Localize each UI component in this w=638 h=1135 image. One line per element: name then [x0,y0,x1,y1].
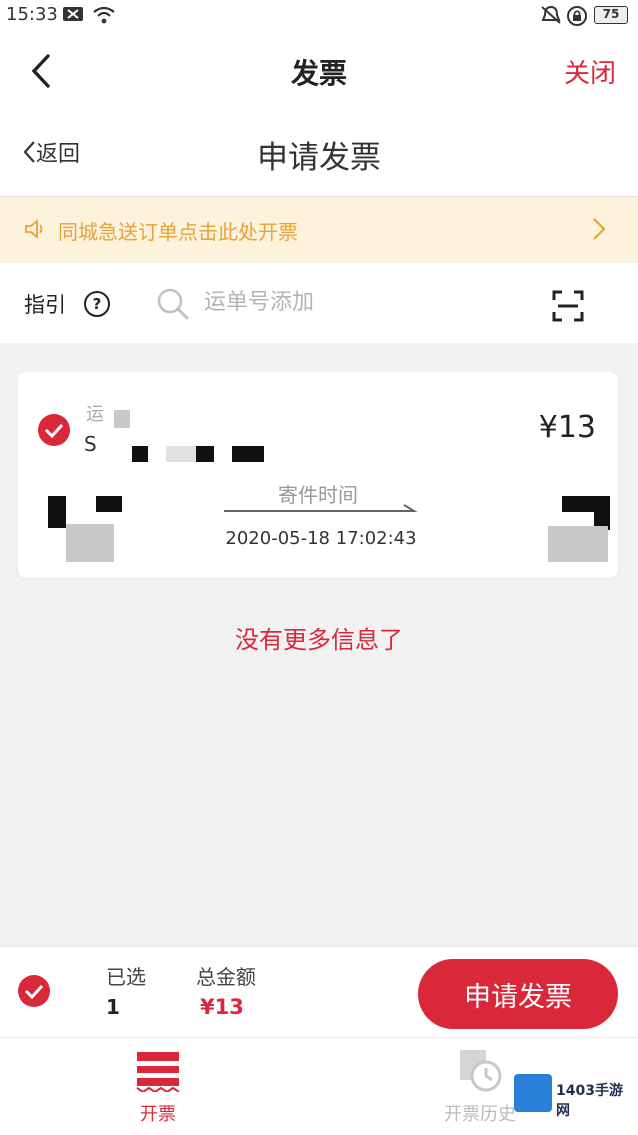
waybill-search-input[interactable] [142,275,550,329]
speaker-icon [25,219,43,239]
close-button[interactable]: 关闭 [564,53,616,90]
apply-invoice-button[interactable]: 申请发票 [418,959,618,1029]
tab-invoice-label: 开票 [140,1104,176,1125]
waybill-number: S [84,432,97,456]
order-card[interactable]: 运 S ¥13 寄件时间 2020-05-18 17:02:43 [18,372,618,578]
nav-header: 发票 关闭 [0,32,638,112]
selected-count: 1 [106,995,120,1019]
wifi-icon [93,6,115,24]
chevron-right-icon [593,218,606,240]
sub-header: 返回 申请发票 [0,112,638,197]
site-watermark: 1403手游网 [512,1072,632,1119]
status-time: 15:33 [6,4,58,25]
mute-icon [541,5,561,24]
waybill-label: 运 [86,404,104,425]
notification-icon [63,7,83,21]
watermark-text: 1403手游网 [556,1083,623,1119]
battery-indicator: 75 [594,6,628,24]
help-icon[interactable]: ? [84,291,110,317]
redacted-block [232,446,264,462]
tab-invoice[interactable]: 开票 [78,1038,238,1135]
total-amount-value: ¥13 [200,995,244,1019]
redacted-block [132,446,148,462]
total-amount-label: 总金额 [196,965,256,989]
redacted-block [166,446,196,462]
invoice-page: 15:33 75 发票 关闭 返回 申请发票 同城急送订单点击此处开票 指引 ?… [0,0,638,1135]
status-bar: 15:33 75 [0,0,638,32]
redacted-block [196,446,214,462]
search-row: 指引 ? [0,263,638,343]
history-icon [460,1050,502,1092]
lock-icon [567,6,587,26]
redacted-block [548,526,608,562]
nav-title: 发票 [290,57,347,90]
order-price: ¥13 [538,410,596,445]
selected-label: 已选 [106,965,146,989]
send-time-value: 2020-05-18 17:02:43 [225,528,417,549]
bottom-summary-bar: 已选 1 总金额 ¥13 申请发票 [0,946,638,1037]
page-title: 申请发票 [257,140,381,176]
notice-banner[interactable]: 同城急送订单点击此处开票 [0,197,638,263]
redacted-block [114,410,130,428]
arrow-right-icon [224,504,418,512]
scan-icon[interactable] [552,290,584,322]
invoice-icon [136,1052,180,1092]
notice-text: 同城急送订单点击此处开票 [58,220,298,244]
check-circle-icon[interactable] [38,414,70,446]
select-all-check-icon[interactable] [18,975,50,1007]
redacted-block [562,496,610,512]
search-icon [157,288,189,320]
guide-label[interactable]: 指引 [24,289,66,319]
no-more-info: 没有更多信息了 [235,626,403,654]
watermark-logo-icon [514,1074,552,1112]
